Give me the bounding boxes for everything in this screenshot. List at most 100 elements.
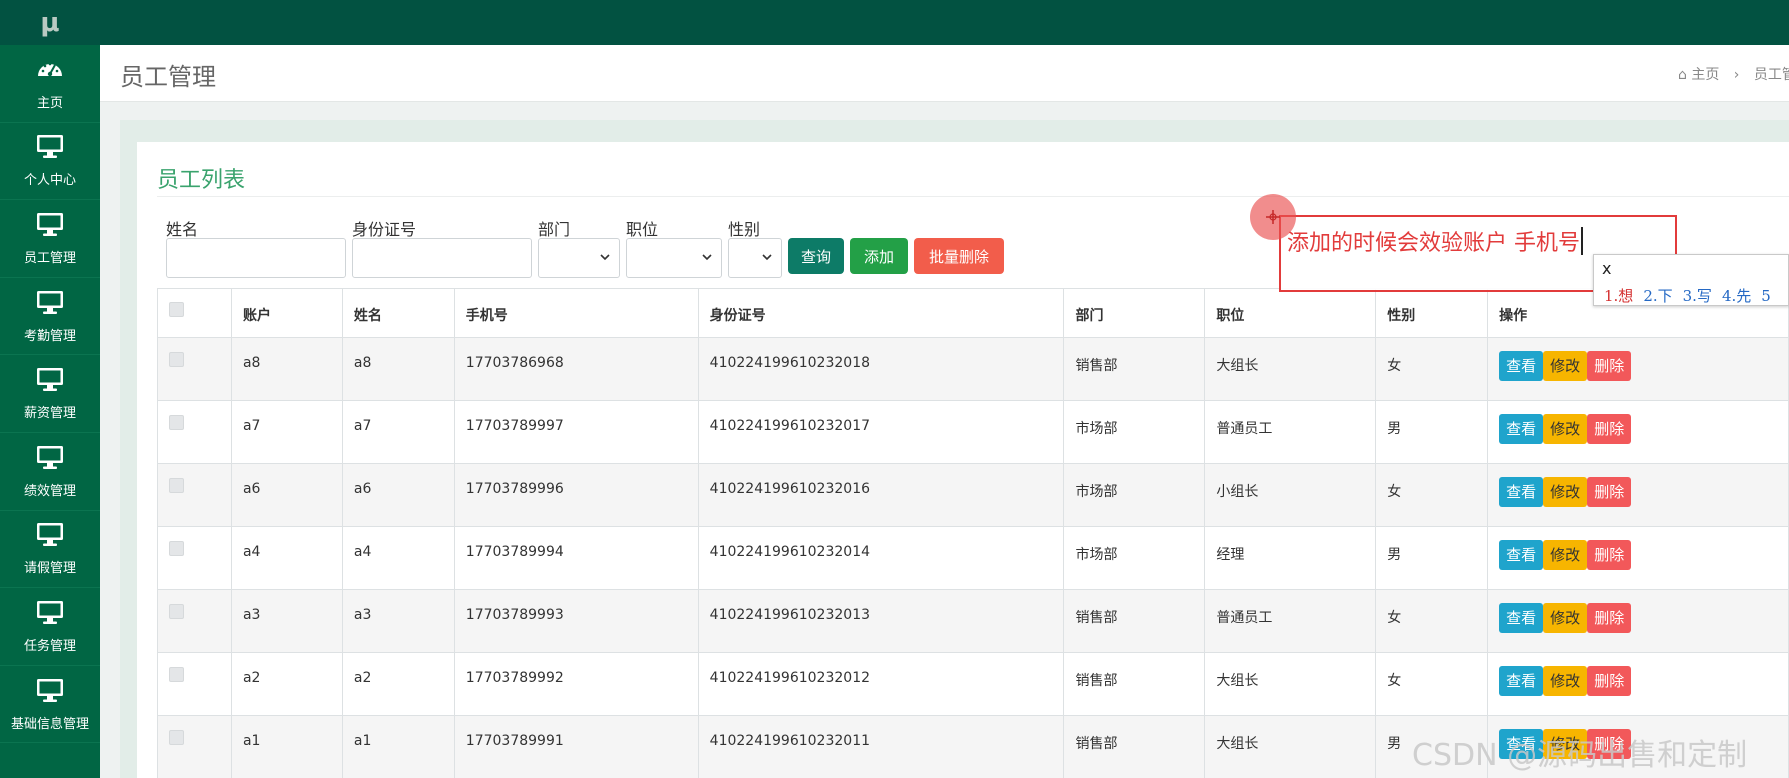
- sidebar-item-label: 主页: [36, 95, 63, 111]
- name-filter-label: 姓名: [166, 220, 199, 239]
- sidebar-item-8[interactable]: 任务管理: [0, 588, 100, 666]
- cell-dept: 销售部: [1063, 337, 1206, 401]
- cell-account: a7: [230, 400, 343, 464]
- sidebar-item-6[interactable]: 绩效管理: [0, 433, 100, 511]
- sidebar-item-3[interactable]: 员工管理: [0, 200, 100, 278]
- row-checkbox[interactable]: [169, 730, 184, 745]
- delete-button[interactable]: 删除: [1587, 414, 1632, 444]
- row-select-cell: [157, 400, 232, 464]
- ime-candidate[interactable]: 5: [1761, 287, 1771, 305]
- cell-account: a1: [230, 715, 343, 778]
- gender-filter-select[interactable]: [728, 238, 782, 278]
- row-checkbox[interactable]: [169, 667, 184, 682]
- edit-button[interactable]: 修改: [1543, 477, 1588, 507]
- idcard-filter-input[interactable]: [352, 238, 532, 278]
- sidebar-item-5[interactable]: 薪资管理: [0, 355, 100, 433]
- position-filter-select[interactable]: [626, 238, 722, 278]
- dept-filter-select[interactable]: [538, 238, 620, 278]
- delete-button[interactable]: 删除: [1587, 666, 1632, 696]
- cell-gender: 女: [1375, 463, 1489, 527]
- view-button[interactable]: 查看: [1499, 603, 1544, 633]
- sidebar-item-2[interactable]: 个人中心: [0, 123, 100, 201]
- cell-name: a4: [341, 526, 455, 590]
- cell-position: 普通员工: [1204, 400, 1377, 464]
- delete-button[interactable]: 删除: [1587, 540, 1632, 570]
- row-checkbox[interactable]: [169, 415, 184, 430]
- view-button[interactable]: 查看: [1499, 666, 1544, 696]
- edit-button[interactable]: 修改: [1543, 666, 1588, 696]
- batch-delete-button[interactable]: 批量删除: [914, 238, 1004, 274]
- monitor-icon: [35, 521, 65, 557]
- monitor-icon: [35, 289, 65, 325]
- delete-button[interactable]: 删除: [1587, 477, 1632, 507]
- cell-gender: 女: [1375, 589, 1489, 653]
- view-button[interactable]: 查看: [1499, 414, 1544, 444]
- query-button[interactable]: 查询: [788, 238, 844, 274]
- cell-account: a6: [230, 463, 343, 527]
- monitor-icon: [35, 133, 65, 169]
- row-select-cell: [157, 589, 232, 653]
- page-header: 员工管理 ⌂ 主页 › 员工管: [100, 45, 1789, 102]
- row-checkbox[interactable]: [169, 541, 184, 556]
- cell-phone: 17703786968: [453, 337, 699, 401]
- view-button[interactable]: 查看: [1499, 351, 1544, 381]
- employee-table: 账户 姓名 手机号 身份证号 部门 职位 性别 操作 a8 a8 177037869…: [157, 288, 1789, 778]
- edit-button[interactable]: 修改: [1543, 540, 1588, 570]
- row-select-cell: [157, 463, 232, 527]
- ime-candidate[interactable]: 1.想: [1604, 287, 1633, 305]
- cell-actions: 查看 修改 删除: [1487, 400, 1789, 464]
- view-button[interactable]: 查看: [1499, 477, 1544, 507]
- ime-candidate[interactable]: 4.先: [1722, 287, 1751, 305]
- cell-dept: 市场部: [1063, 463, 1206, 527]
- sidebar: μ 主页个人中心员工管理 考勤管理 薪资管理 绩效管理请假管理任务管理 基础信息管理: [0, 0, 100, 778]
- app-logo[interactable]: μ: [0, 0, 100, 45]
- row-checkbox[interactable]: [169, 352, 184, 367]
- sidebar-item-1[interactable]: 主页: [0, 45, 100, 123]
- sidebar-item-label: 请假管理: [23, 561, 76, 577]
- column-header: 手机号: [453, 288, 699, 338]
- name-filter-input[interactable]: [166, 238, 346, 278]
- cell-dept: 销售部: [1063, 652, 1206, 716]
- card-title: 员工列表: [157, 168, 246, 193]
- cell-dept: 销售部: [1063, 715, 1206, 778]
- breadcrumb-home[interactable]: 主页: [1691, 67, 1719, 83]
- cell-position: 普通员工: [1204, 589, 1377, 653]
- delete-button[interactable]: 删除: [1587, 351, 1632, 381]
- row-checkbox[interactable]: [169, 604, 184, 619]
- column-header: 部门: [1063, 288, 1206, 338]
- cell-name: a2: [341, 652, 455, 716]
- sidebar-item-4[interactable]: 考勤管理: [0, 278, 100, 356]
- view-button[interactable]: 查看: [1499, 540, 1544, 570]
- sidebar-item-9[interactable]: 基础信息管理: [0, 666, 100, 744]
- cell-phone: 17703789992: [453, 652, 699, 716]
- sidebar-item-label: 个人中心: [23, 173, 76, 189]
- breadcrumb-separator: ›: [1733, 67, 1740, 83]
- edit-button[interactable]: 修改: [1543, 603, 1588, 633]
- cell-gender: 女: [1375, 652, 1489, 716]
- cell-dept: 市场部: [1063, 400, 1206, 464]
- cell-name: a3: [341, 589, 455, 653]
- ime-candidate[interactable]: 3.写: [1683, 287, 1712, 305]
- edit-button[interactable]: 修改: [1543, 414, 1588, 444]
- row-select-cell: [157, 715, 232, 778]
- ime-candidate[interactable]: 2.下: [1643, 287, 1672, 305]
- annotation-text: 添加的时候会效验账户 手机号: [1287, 231, 1580, 256]
- home-icon[interactable]: ⌂: [1678, 67, 1687, 83]
- gender-filter-label: 性别: [728, 220, 761, 239]
- select-all-checkbox[interactable]: [169, 302, 184, 317]
- cell-position: 大组长: [1204, 715, 1377, 778]
- cell-phone: 17703789991: [453, 715, 699, 778]
- edit-button[interactable]: 修改: [1543, 351, 1588, 381]
- delete-button[interactable]: 删除: [1587, 603, 1632, 633]
- position-filter-label: 职位: [626, 220, 659, 239]
- cell-position: 大组长: [1204, 337, 1377, 401]
- cursor-icon: [1250, 194, 1296, 240]
- sidebar-item-7[interactable]: 请假管理: [0, 511, 100, 589]
- top-bar: [0, 0, 1789, 45]
- row-checkbox[interactable]: [169, 478, 184, 493]
- column-header: 职位: [1204, 288, 1377, 338]
- add-button[interactable]: 添加: [850, 238, 908, 274]
- ime-candidate-popup[interactable]: x 1.想 2.下 3.写 4.先 5: [1593, 254, 1789, 306]
- cell-actions: 查看 修改 删除: [1487, 589, 1789, 653]
- chevron-down-icon: [702, 254, 712, 261]
